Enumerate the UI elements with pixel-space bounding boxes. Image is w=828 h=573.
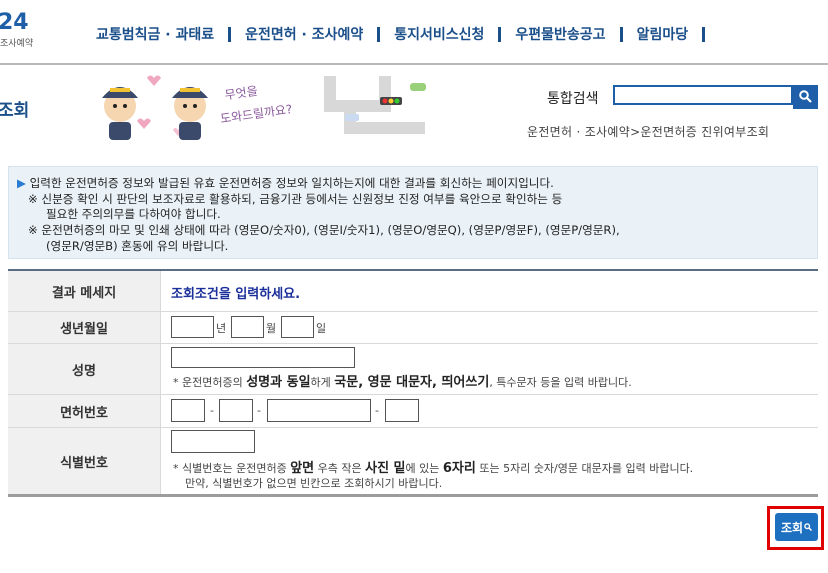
nav-notification-service[interactable]: 통지서비스신청 (394, 24, 484, 44)
license-dash: - (257, 404, 261, 417)
birth-month-input[interactable] (231, 316, 264, 338)
nav-separator (228, 26, 232, 42)
name-label: 성명 (8, 344, 161, 394)
license-part3-input[interactable] (267, 399, 371, 422)
top-navigation: 교통범칙금 · 과태료 운전면허 · 조사예약 통지서비스신청 우편물반송공고 … (96, 22, 719, 46)
notice-line-2: ※ 신분증 확인 시 판단의 보조자료로 활용하되, 금융기관 등에서는 신원정… (28, 192, 563, 206)
license-dash: - (375, 404, 379, 417)
page-title: 조회 (0, 101, 30, 121)
name-note: * 운전면허증의 성명과 동일하게 국문, 영문 대문자, 띄어쓰기, 특수문자… (173, 375, 632, 390)
submit-label: 조회 (780, 520, 804, 535)
notice-line-4: ※ 운전면허증의 마모 및 인쇄 상태에 따라 (영문O/숫자0), (영문I/… (28, 223, 620, 237)
search-input[interactable] (613, 85, 793, 105)
header-divider (0, 63, 828, 65)
nav-separator (377, 26, 381, 42)
form-row-name: 성명 * 운전면허증의 성명과 동일하게 국문, 영문 대문자, 띄어쓰기, 특… (8, 344, 818, 395)
notice-line-3: 필요한 주의의무를 다하여야 합니다. (46, 207, 221, 221)
form-row-id: 식별번호 * 식별번호는 운전면허증 앞면 우측 작은 사진 밑에 있는 6자리… (8, 428, 818, 494)
result-label: 결과 메세지 (8, 271, 161, 311)
result-message: 조회조건을 입력하세요. (171, 287, 301, 302)
birth-label: 생년월일 (8, 312, 161, 343)
nav-notice-board[interactable]: 알림마당 (637, 24, 689, 44)
form-row-result: 결과 메세지 조회조건을 입력하세요. (8, 271, 818, 312)
id-input[interactable] (171, 430, 255, 453)
search-button[interactable] (793, 85, 818, 109)
notice-box: ▶ 입력한 운전면허증 정보와 발급된 유효 운전면허증 정보와 일치하는지에 … (8, 166, 818, 259)
illustration-text-1: 무엇을 (224, 84, 259, 102)
birth-month-unit: 월 (266, 322, 277, 335)
logo-subtitle: 조사예약 (0, 39, 34, 49)
name-input[interactable] (171, 347, 355, 368)
nav-separator (619, 26, 623, 42)
birth-year-unit: 년 (216, 322, 227, 335)
form-row-license: 면허번호 - - - (8, 395, 818, 428)
illustration-text-2: 도와드릴까요? (219, 102, 293, 126)
license-dash: - (210, 404, 214, 417)
license-label: 면허번호 (8, 395, 161, 427)
nav-separator (702, 26, 706, 42)
birth-day-input[interactable] (281, 316, 314, 338)
id-label: 식별번호 (8, 428, 161, 494)
nav-traffic-fines[interactable]: 교통범칙금 · 과태료 (96, 24, 214, 44)
id-note-2: 만약, 식별번호가 없으면 빈칸으로 조회하시기 바랍니다. (185, 477, 443, 490)
search-icon (799, 88, 812, 107)
id-note: * 식별번호는 운전면허증 앞면 우측 작은 사진 밑에 있는 6자리 또는 5… (173, 461, 694, 476)
bullet-triangle-icon: ▶ (17, 176, 26, 190)
license-part1-input[interactable] (171, 399, 205, 422)
license-part4-input[interactable] (385, 399, 419, 422)
birth-day-unit: 일 (316, 322, 327, 335)
search-submit-button[interactable]: 조회 (775, 513, 818, 541)
license-part2-input[interactable] (219, 399, 253, 422)
form-row-birth: 생년월일 년 월 일 (8, 312, 818, 344)
search-label: 통합검색 (547, 91, 599, 107)
logo-number[interactable]: 24 (0, 10, 29, 35)
notice-line-5: (영문R/영문B) 혼동에 유의 바랍니다. (46, 239, 229, 253)
search-icon (804, 523, 813, 531)
nav-separator (498, 26, 502, 42)
license-verification-form: 결과 메세지 조회조건을 입력하세요. 생년월일 년 월 일 성명 * 운전면허… (8, 269, 818, 497)
birth-year-input[interactable] (171, 316, 214, 338)
notice-line-1: 입력한 운전면허증 정보와 발급된 유효 운전면허증 정보와 일치하는지에 대한… (29, 176, 554, 190)
mascot-illustration: 무엇을 도와드릴까요? (85, 66, 435, 150)
nav-license-reservation[interactable]: 운전면허 · 조사예약 (245, 24, 363, 44)
nav-returned-mail[interactable]: 우편물반송공고 (515, 24, 605, 44)
breadcrumb: 운전면허 · 조사예약>운전면허증 진위여부조회 (527, 125, 770, 139)
